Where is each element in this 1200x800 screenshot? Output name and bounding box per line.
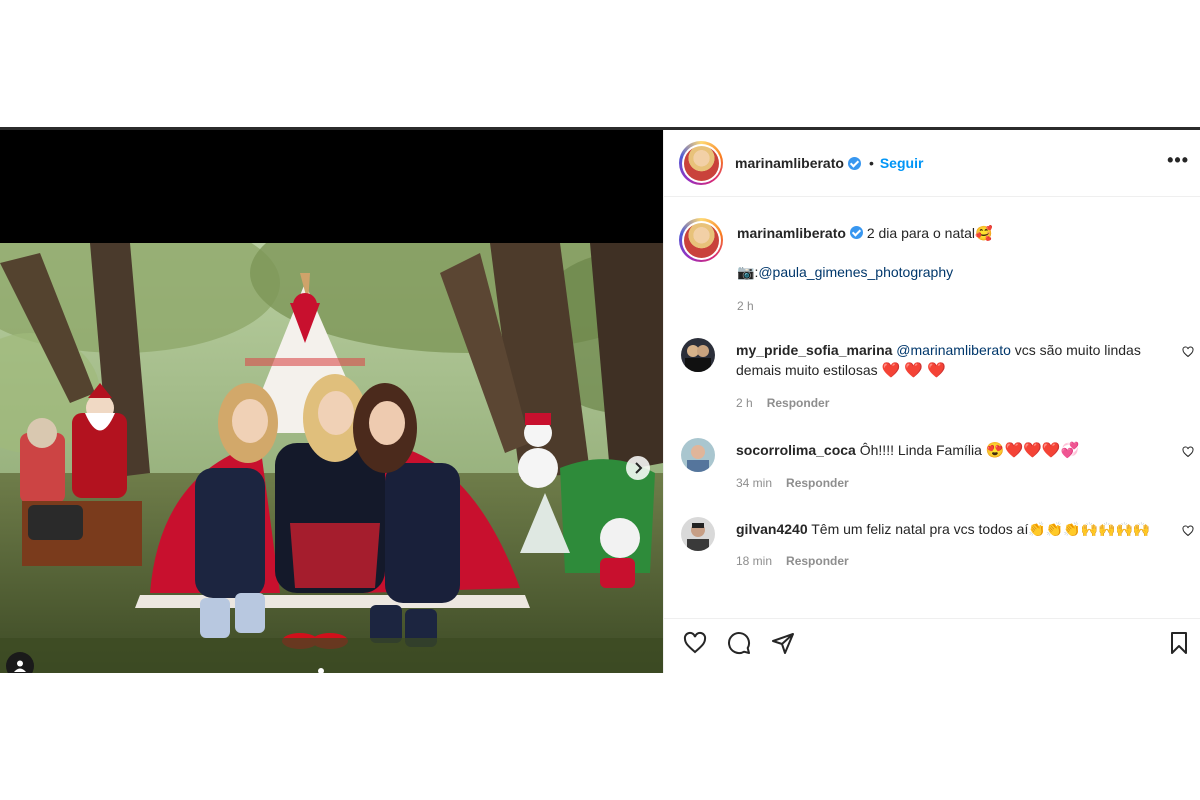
avatar-image xyxy=(681,517,715,551)
commenter-avatar[interactable] xyxy=(681,438,715,472)
avatar-image xyxy=(681,338,715,372)
tagged-users-button[interactable] xyxy=(6,652,34,673)
christmas-family-photo xyxy=(0,243,663,673)
carousel-dot-active xyxy=(318,668,324,673)
photographer-mention[interactable]: @paula_gimenes_photography xyxy=(758,264,953,280)
comment-time: 2 h xyxy=(736,396,753,410)
like-button-heart-icon[interactable] xyxy=(682,631,708,655)
comment-time: 34 min xyxy=(736,476,773,490)
comment-emoji: 👏👏👏🙌🙌🙌🙌 xyxy=(1028,521,1151,537)
post-media xyxy=(0,130,663,673)
comment-meta: 34 min Responder xyxy=(736,473,1156,493)
avatar-image xyxy=(683,222,719,258)
comment-username[interactable]: gilvan4240 xyxy=(736,521,808,537)
comment-text: Têm um feliz natal pra vcs todos aí xyxy=(811,521,1029,537)
comment-icon[interactable] xyxy=(726,631,752,655)
comment-body: gilvan4240 Têm um feliz natal pra vcs to… xyxy=(736,519,1156,571)
comment-meta: 18 min Responder xyxy=(736,551,1156,571)
more-options-icon[interactable]: ••• xyxy=(1167,150,1189,171)
caption-text: 2 dia para o natal xyxy=(866,225,976,241)
post-photo[interactable] xyxy=(0,243,663,673)
caption-avatar[interactable] xyxy=(679,218,723,262)
caption-body: marinamliberato 2 dia para o natal🥰 📷:@p… xyxy=(737,223,1177,316)
reply-button[interactable]: Responder xyxy=(786,554,849,568)
follow-button[interactable]: Seguir xyxy=(880,155,924,171)
reply-button[interactable]: Responder xyxy=(767,396,830,410)
reply-button[interactable]: Responder xyxy=(786,476,849,490)
share-paper-plane-icon[interactable] xyxy=(770,631,796,655)
commenter-avatar[interactable] xyxy=(681,338,715,372)
comment-text: Ôh!!!! Linda Família xyxy=(859,442,986,458)
comment-username[interactable]: socorrolima_coca xyxy=(736,442,856,458)
caption-credit: 📷:@paula_gimenes_photography xyxy=(737,262,1177,282)
heart-icon[interactable] xyxy=(1182,525,1194,537)
separator-dot: • xyxy=(868,155,874,171)
post-actions-bar xyxy=(664,618,1200,673)
comment-body: my_pride_sofia_marina @marinamliberato v… xyxy=(736,340,1156,413)
user-tag-icon xyxy=(14,660,26,672)
caption-time: 2 h xyxy=(737,299,754,313)
commenter-avatar[interactable] xyxy=(681,517,715,551)
avatar-image xyxy=(683,145,719,181)
verified-badge-icon xyxy=(847,156,861,170)
caption-username[interactable]: marinamliberato xyxy=(737,225,846,241)
carousel-indicator xyxy=(318,668,324,673)
next-image-button[interactable] xyxy=(626,456,650,480)
camera-emoji: 📷 xyxy=(737,264,755,280)
post-header: marinamliberato • Seguir ••• xyxy=(664,130,1200,197)
verified-badge-icon xyxy=(849,226,863,239)
avatar-image xyxy=(681,438,715,472)
caption-emoji: 🥰 xyxy=(975,225,993,241)
page: marinamliberato • Seguir ••• marinamlibe… xyxy=(0,0,1200,800)
comments-list[interactable]: marinamliberato 2 dia para o natal🥰 📷:@p… xyxy=(664,198,1200,618)
comment-username[interactable]: my_pride_sofia_marina xyxy=(736,342,892,358)
post-modal: marinamliberato • Seguir ••• marinamlibe… xyxy=(0,130,1200,673)
author-username[interactable]: marinamliberato xyxy=(735,155,844,171)
comment-emoji: ❤️ ❤️ ❤️ xyxy=(881,362,946,379)
comment-emoji: 😍❤️❤️❤️💞 xyxy=(985,442,1080,459)
chevron-right-icon xyxy=(635,462,643,474)
comment-time: 18 min xyxy=(736,554,773,568)
comment-meta: 2 h Responder xyxy=(736,393,1156,413)
author-avatar[interactable] xyxy=(679,141,723,185)
heart-icon[interactable] xyxy=(1182,346,1194,358)
comment-mention[interactable]: @marinamliberato xyxy=(896,342,1011,358)
comment-body: socorrolima_coca Ôh!!!! Linda Família 😍❤… xyxy=(736,440,1156,493)
save-bookmark-icon[interactable] xyxy=(1168,631,1190,655)
heart-icon[interactable] xyxy=(1182,446,1194,458)
post-side-panel: marinamliberato • Seguir ••• marinamlibe… xyxy=(663,130,1200,673)
